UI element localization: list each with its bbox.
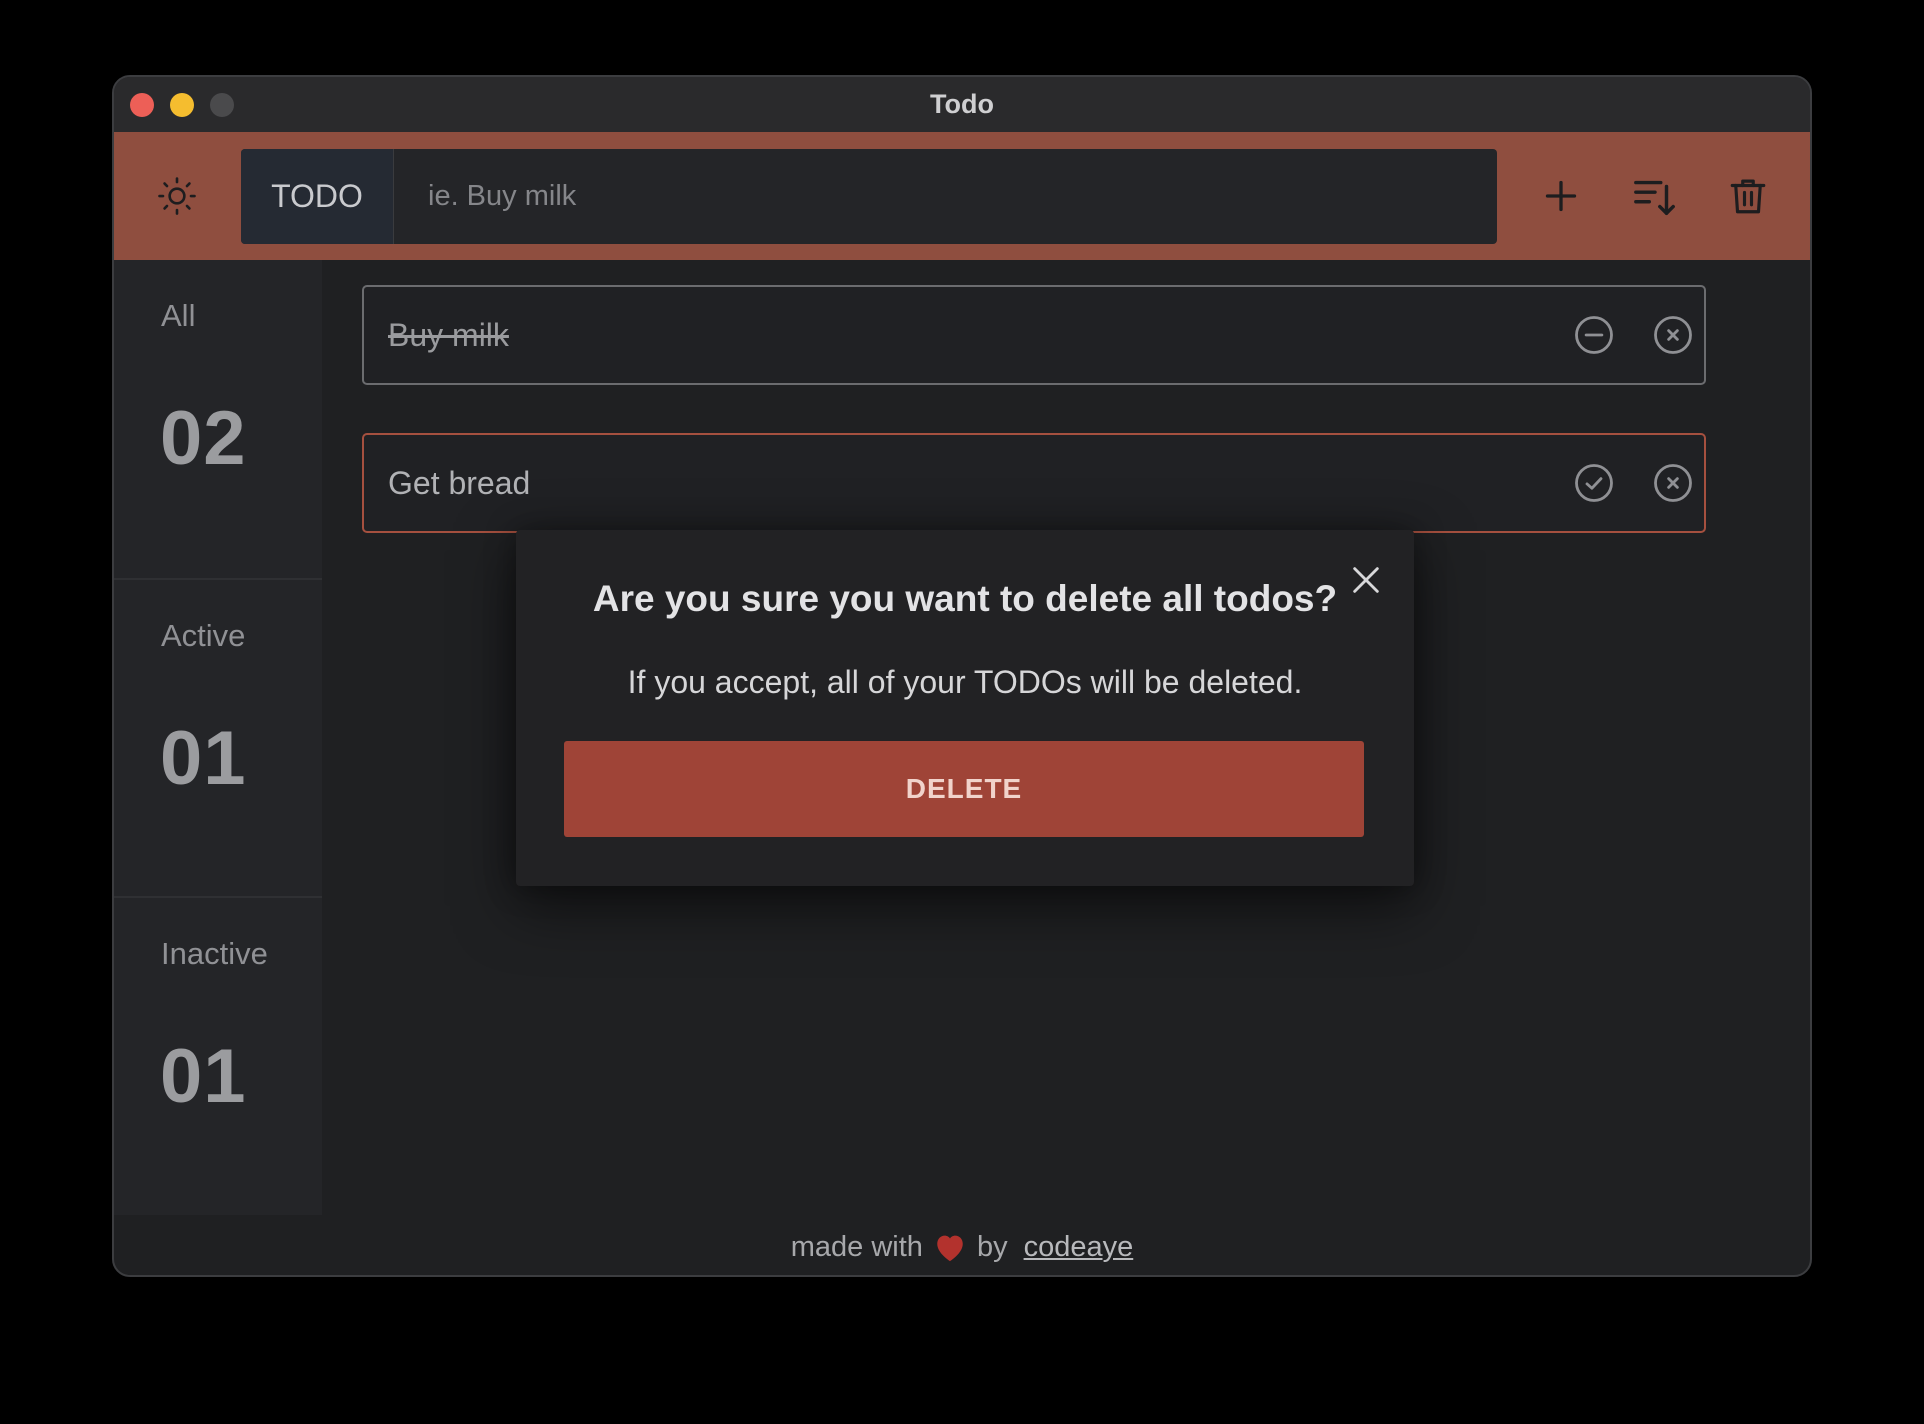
footer: made with by codeaye (114, 1217, 1810, 1275)
window-title: Todo (930, 89, 994, 119)
x-circle-icon (1654, 464, 1692, 502)
stat-count: 01 (160, 716, 247, 801)
filter-active[interactable]: Active 01 (114, 578, 322, 896)
todo-text: Buy milk (388, 317, 509, 353)
todo-item[interactable]: Buy milk (362, 285, 1706, 385)
stat-label: All (161, 298, 196, 333)
trash-icon (1730, 179, 1766, 214)
stat-label: Active (161, 618, 246, 653)
modal-message: If you accept, all of your TODOs will be… (627, 664, 1303, 700)
mark-complete-button[interactable] (1572, 461, 1616, 505)
stat-count: 01 (160, 1034, 247, 1119)
stat-count: 02 (160, 396, 247, 481)
footer-text: made with (790, 1230, 923, 1263)
theme-toggle-button[interactable] (147, 166, 207, 226)
todo-text: Get bread (388, 465, 531, 501)
filter-inactive[interactable]: Inactive 01 (114, 896, 322, 1214)
app-window: Todo TODO ie. Buy milk All 02 Active 01 … (112, 75, 1812, 1277)
confirm-delete-button[interactable]: DELETE (564, 741, 1364, 837)
check-circle-icon (1575, 464, 1613, 502)
x-circle-icon (1654, 316, 1692, 354)
remove-todo-button[interactable] (1651, 313, 1695, 357)
add-todo-button[interactable] (1531, 166, 1591, 226)
author-link[interactable]: codeaye (1024, 1231, 1134, 1264)
mark-active-button[interactable] (1572, 313, 1616, 357)
plus-icon (1545, 180, 1577, 212)
modal-title: Are you sure you want to delete all todo… (592, 578, 1338, 619)
filter-all[interactable]: All 02 (114, 260, 322, 578)
toolbar: TODO (114, 132, 1810, 260)
new-todo-input-group: TODO (241, 149, 1497, 244)
title-bar: Todo (114, 77, 1810, 132)
input-prefix-label: TODO (241, 149, 394, 244)
sort-todos-button[interactable] (1625, 166, 1685, 226)
heart-icon (933, 1231, 967, 1263)
delete-all-button[interactable] (1718, 166, 1778, 226)
stat-label: Inactive (161, 936, 268, 971)
todo-item[interactable]: Get bread (362, 433, 1706, 533)
minus-circle-icon (1575, 316, 1613, 354)
delete-all-modal: Are you sure you want to delete all todo… (516, 530, 1414, 886)
stats-sidebar: All 02 Active 01 Inactive 01 (114, 260, 322, 1215)
sort-icon (1634, 180, 1675, 215)
footer-by: by (976, 1230, 1008, 1263)
sun-icon (158, 177, 196, 215)
new-todo-input[interactable] (394, 149, 1497, 244)
remove-todo-button[interactable] (1651, 461, 1695, 505)
